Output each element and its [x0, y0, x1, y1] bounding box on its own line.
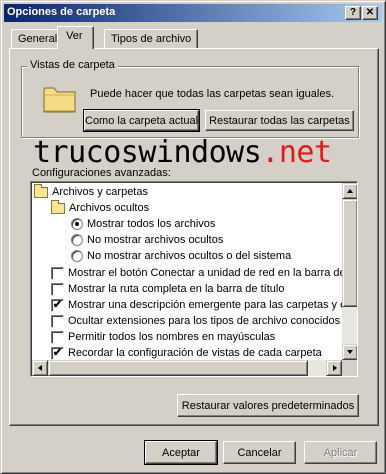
scrollbar-corner	[342, 360, 357, 376]
help-button[interactable]: ?	[345, 6, 361, 20]
tree-item-label: No mostrar archivos ocultos	[87, 234, 224, 246]
check-show-popup-description[interactable]: ✔ Mostrar una descripción emergente para…	[51, 297, 349, 313]
reset-all-folders-button[interactable]: Restaurar todas las carpetas	[205, 110, 354, 131]
tree-item-label: Mostrar la ruta completa en la barra de …	[68, 283, 285, 295]
check-hide-extensions[interactable]: Ocultar extensiones para los tipos de ar…	[51, 313, 340, 329]
vertical-scroll-thumb[interactable]	[342, 199, 357, 307]
left-arrow-icon	[38, 365, 42, 371]
folder-options-dialog: Opciones de carpeta ? ✕ General Ver Tipo…	[0, 0, 386, 474]
like-current-folder-button[interactable]: Como la carpeta actual	[83, 109, 200, 132]
scroll-left-button[interactable]	[32, 360, 48, 376]
checkbox[interactable]	[51, 266, 64, 280]
horizontal-scroll-thumb[interactable]	[48, 360, 308, 376]
check-show-map-network-drive[interactable]: Mostrar el botón Conectar a unidad de re…	[51, 265, 346, 281]
scroll-down-button[interactable]	[342, 344, 357, 360]
checkbox[interactable]	[51, 330, 64, 344]
check-show-full-path[interactable]: Mostrar la ruta completa en la barra de …	[51, 281, 284, 297]
horizontal-scrollbar[interactable]	[32, 360, 342, 376]
scroll-up-button[interactable]	[342, 183, 357, 199]
reset-all-folders-label: Restaurar todas las carpetas	[209, 114, 350, 127]
tree-item-label: Mostrar una descripción emergente para l…	[68, 299, 349, 311]
down-arrow-icon	[347, 350, 353, 354]
accept-label: Aceptar	[162, 446, 200, 459]
check-remember-view-settings[interactable]: ✔ Recordar la configuración de vistas de…	[51, 345, 322, 361]
vertical-scrollbar[interactable]	[342, 183, 357, 360]
checkbox[interactable]	[51, 314, 64, 328]
scroll-right-button[interactable]	[326, 360, 342, 376]
watermark-logo: trucoswindows.net	[33, 135, 332, 170]
tab-file-types[interactable]: Tipos de archivo	[104, 29, 199, 49]
folder-icon	[43, 85, 77, 113]
close-button[interactable]: ✕	[362, 6, 378, 20]
title-bar: Opciones de carpeta ? ✕	[4, 4, 382, 22]
tree-item-label: Archivos ocultos	[69, 202, 150, 214]
tree-item-label: Mostrar todos los archivos	[87, 218, 216, 230]
right-arrow-icon	[333, 365, 337, 371]
radio-hide-hidden-and-system-files[interactable]: No mostrar archivos ocultos o del sistem…	[71, 248, 291, 264]
apply-label: Aplicar	[323, 446, 358, 459]
tab-ver[interactable]: Ver	[57, 26, 94, 49]
folder-views-description: Puede hacer que todas las carpetas sean …	[90, 88, 334, 100]
radio-button[interactable]	[71, 250, 83, 262]
radio-show-all-files[interactable]: Mostrar todos los archivos	[71, 216, 215, 232]
checkbox[interactable]	[51, 282, 64, 296]
tree-item-label: Archivos y carpetas	[52, 186, 148, 198]
radio-hide-hidden-files[interactable]: No mostrar archivos ocultos	[71, 232, 223, 248]
tree-item-label: Recordar la configuración de vistas de c…	[68, 347, 322, 359]
radio-button[interactable]	[71, 218, 83, 230]
accept-button[interactable]: Aceptar	[144, 440, 218, 465]
restore-defaults-label: Restaurar valores predeterminados	[181, 399, 355, 412]
tree-item-hidden-files[interactable]: Archivos ocultos	[51, 199, 150, 216]
checkbox[interactable]: ✔	[51, 298, 64, 312]
folder-views-label: Vistas de carpeta	[27, 59, 118, 71]
watermark-accent: .net	[261, 135, 332, 170]
up-arrow-icon	[347, 189, 353, 193]
cancel-button[interactable]: Cancelar	[223, 441, 296, 464]
advanced-settings-tree[interactable]: Archivos y carpetas Archivos ocultos Mos…	[30, 181, 358, 377]
tree-item-files-and-folders[interactable]: Archivos y carpetas	[34, 183, 148, 200]
checkbox[interactable]: ✔	[51, 346, 64, 360]
tree-item-label: Permitir todos los nombres en mayúsculas	[68, 331, 276, 343]
tree-item-label: Mostrar el botón Conectar a unidad de re…	[68, 267, 346, 279]
check-allow-uppercase-names[interactable]: Permitir todos los nombres en mayúsculas	[51, 329, 275, 345]
like-current-folder-label: Como la carpeta actual	[85, 114, 199, 127]
tree-item-label: Ocultar extensiones para los tipos de ar…	[68, 315, 341, 327]
window-title: Opciones de carpeta	[7, 6, 116, 18]
radio-button[interactable]	[71, 234, 83, 246]
watermark-text: trucoswindows	[33, 135, 262, 170]
restore-defaults-button[interactable]: Restaurar valores predeterminados	[177, 394, 359, 417]
apply-button[interactable]: Aplicar	[304, 441, 377, 464]
cancel-label: Cancelar	[237, 446, 282, 459]
folder-icon	[34, 183, 48, 198]
tree-item-label: No mostrar archivos ocultos o del sistem…	[87, 250, 292, 262]
folder-icon	[51, 199, 65, 214]
